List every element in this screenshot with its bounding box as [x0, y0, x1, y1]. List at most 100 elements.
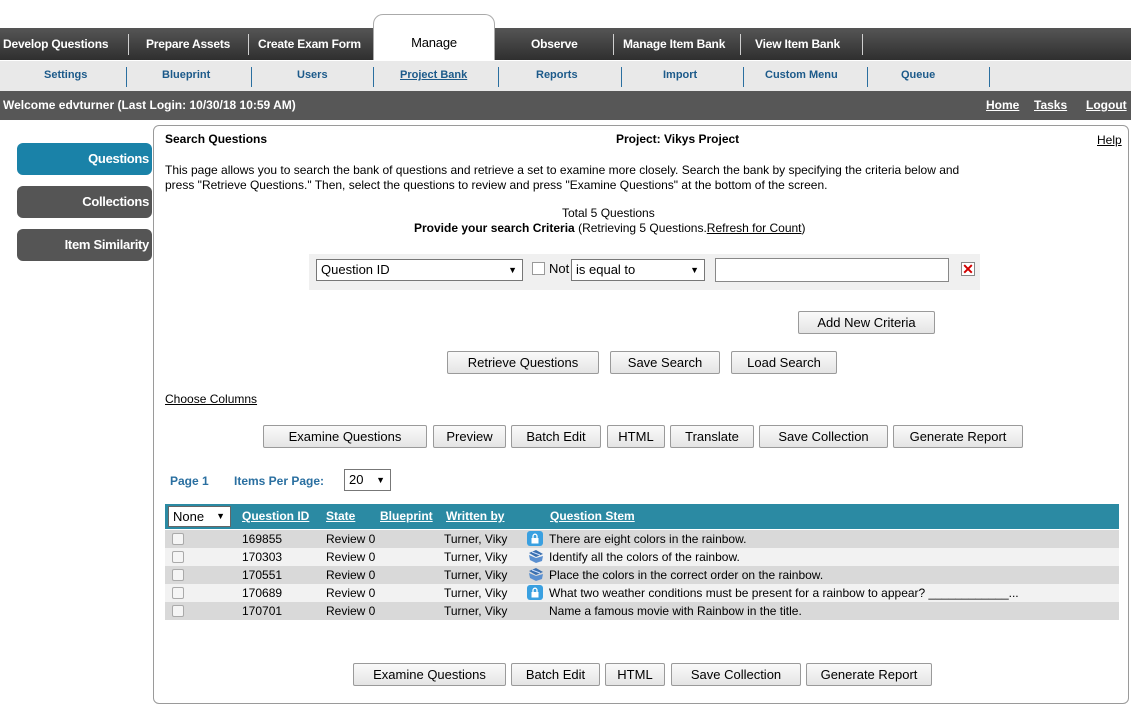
choose-columns-link[interactable]: Choose Columns — [165, 392, 257, 406]
help-link[interactable]: Help — [1097, 133, 1122, 147]
preview-button[interactable]: Preview — [433, 425, 506, 448]
items-per-page-select[interactable]: 20 ▼ — [344, 469, 391, 491]
batch-edit-button-bottom[interactable]: Batch Edit — [511, 663, 600, 686]
table-row[interactable]: 170701 Review 0 Turner, Viky Name a famo… — [165, 602, 1119, 620]
save-collection-button-bottom[interactable]: Save Collection — [671, 663, 801, 686]
logout-link[interactable]: Logout — [1086, 98, 1127, 112]
row-checkbox[interactable] — [172, 551, 184, 563]
subtab-reports[interactable]: Reports — [536, 69, 578, 81]
criteria-field-select[interactable]: Question ID ▼ — [316, 259, 523, 281]
save-collection-button[interactable]: Save Collection — [759, 425, 888, 448]
chevron-down-icon: ▼ — [508, 265, 517, 275]
items-per-page-value: 20 — [349, 472, 364, 487]
sub-nav: Settings Blueprint Users Project Bank Re… — [0, 60, 1131, 91]
row-author: Turner, Viky — [444, 568, 508, 582]
table-row[interactable]: 170551 Review 0 Turner, Viky Place the c… — [165, 566, 1119, 584]
row-author: Turner, Viky — [444, 550, 508, 564]
criteria-value-input[interactable] — [715, 258, 949, 282]
sidebar-item-questions[interactable]: Questions — [17, 143, 152, 175]
subtab-custom-menu[interactable]: Custom Menu — [765, 69, 838, 81]
html-button[interactable]: HTML — [607, 425, 665, 448]
row-checkbox[interactable] — [172, 569, 184, 581]
subtab-blueprint[interactable]: Blueprint — [162, 69, 210, 81]
batch-edit-button[interactable]: Batch Edit — [511, 425, 601, 448]
table-row[interactable]: 170303 Review 0 Turner, Viky Identify al… — [165, 548, 1119, 566]
header-blueprint[interactable]: Blueprint — [380, 509, 433, 523]
row-checkbox[interactable] — [172, 587, 184, 599]
table-row[interactable]: 169855 Review 0 Turner, Viky There are e… — [165, 530, 1119, 548]
table-row[interactable]: 170689 Review 0 Turner, Viky What two we… — [165, 584, 1119, 602]
generate-report-button-bottom[interactable]: Generate Report — [806, 663, 932, 686]
header-question-stem[interactable]: Question Stem — [550, 509, 635, 523]
subnav-divider — [373, 67, 374, 87]
top-bar — [0, 0, 1131, 28]
subtab-project-bank[interactable]: Project Bank — [400, 69, 467, 81]
lock-icon — [527, 585, 543, 600]
total-questions: Total 5 Questions — [562, 206, 655, 220]
description-line-1: This page allows you to search the bank … — [165, 163, 960, 177]
row-author: Turner, Viky — [444, 604, 508, 618]
html-button-bottom[interactable]: HTML — [605, 663, 665, 686]
refresh-count-link[interactable]: Refresh for Count — [707, 221, 802, 235]
row-checkbox[interactable] — [172, 605, 184, 617]
row-stem: Identify all the colors of the rainbow. — [549, 550, 740, 564]
save-search-button[interactable]: Save Search — [610, 351, 720, 374]
subtab-queue[interactable]: Queue — [901, 69, 935, 81]
subnav-divider — [126, 67, 127, 87]
header-question-id[interactable]: Question ID — [242, 509, 309, 523]
row-author: Turner, Viky — [444, 532, 508, 546]
subtab-import[interactable]: Import — [663, 69, 697, 81]
subnav-divider — [621, 67, 622, 87]
criteria-field-value: Question ID — [321, 262, 390, 277]
subtab-users[interactable]: Users — [297, 69, 328, 81]
nav-divider — [248, 34, 249, 55]
tab-create-exam-form[interactable]: Create Exam Form — [258, 28, 361, 60]
tab-manage[interactable]: Manage — [373, 14, 495, 60]
remove-criteria-icon[interactable]: ✕ — [961, 262, 975, 276]
nav-divider — [613, 34, 614, 55]
chevron-down-icon: ▼ — [690, 265, 699, 275]
tab-develop-questions[interactable]: Develop Questions — [3, 28, 108, 60]
row-state: Review 0 — [326, 550, 376, 564]
generate-report-button[interactable]: Generate Report — [893, 425, 1023, 448]
row-state: Review 0 — [326, 604, 376, 618]
tab-prepare-assets[interactable]: Prepare Assets — [146, 28, 230, 60]
criteria-operator-select[interactable]: is equal to ▼ — [571, 259, 705, 281]
welcome-bar: Welcome edvturner (Last Login: 10/30/18 … — [0, 91, 1131, 120]
header-written-by[interactable]: Written by — [446, 509, 504, 523]
criteria-label: Provide your search Criteria — [414, 221, 575, 235]
row-id: 170689 — [242, 586, 283, 600]
tab-manage-item-bank[interactable]: Manage Item Bank — [623, 28, 725, 60]
lock-icon — [527, 531, 543, 546]
row-checkbox[interactable] — [172, 533, 184, 545]
drag-drop-icon — [527, 549, 543, 564]
subtab-settings[interactable]: Settings — [44, 69, 87, 81]
items-per-page-label: Items Per Page: — [234, 474, 325, 488]
select-rows-dropdown[interactable]: None ▼ — [168, 506, 231, 527]
sidebar-item-collections[interactable]: Collections — [17, 186, 152, 218]
main-nav: Develop Questions Prepare Assets Create … — [0, 14, 1131, 60]
retrieve-questions-button[interactable]: Retrieve Questions — [447, 351, 599, 374]
load-search-button[interactable]: Load Search — [731, 351, 837, 374]
header-state[interactable]: State — [326, 509, 355, 523]
examine-questions-button-bottom[interactable]: Examine Questions — [353, 663, 506, 686]
row-stem: Name a famous movie with Rainbow in the … — [549, 604, 802, 618]
subnav-divider — [251, 67, 252, 87]
row-id: 170551 — [242, 568, 283, 582]
tab-view-item-bank[interactable]: View Item Bank — [755, 28, 840, 60]
subnav-divider — [498, 67, 499, 87]
criteria-suffix: (Retrieving 5 Questions. — [574, 221, 707, 235]
row-stem: What two weather conditions must be pres… — [549, 586, 1019, 600]
tab-observe[interactable]: Observe — [531, 28, 578, 60]
project-name: Project: Vikys Project — [616, 132, 740, 146]
row-state: Review 0 — [326, 532, 376, 546]
subnav-divider — [743, 67, 744, 87]
not-checkbox[interactable] — [532, 262, 545, 275]
examine-questions-button[interactable]: Examine Questions — [263, 425, 427, 448]
add-criteria-button[interactable]: Add New Criteria — [798, 311, 935, 334]
translate-button[interactable]: Translate — [670, 425, 754, 448]
sidebar-item-item-similarity[interactable]: Item Similarity — [17, 229, 152, 261]
tasks-link[interactable]: Tasks — [1034, 98, 1067, 112]
row-author: Turner, Viky — [444, 586, 508, 600]
home-link[interactable]: Home — [986, 98, 1019, 112]
